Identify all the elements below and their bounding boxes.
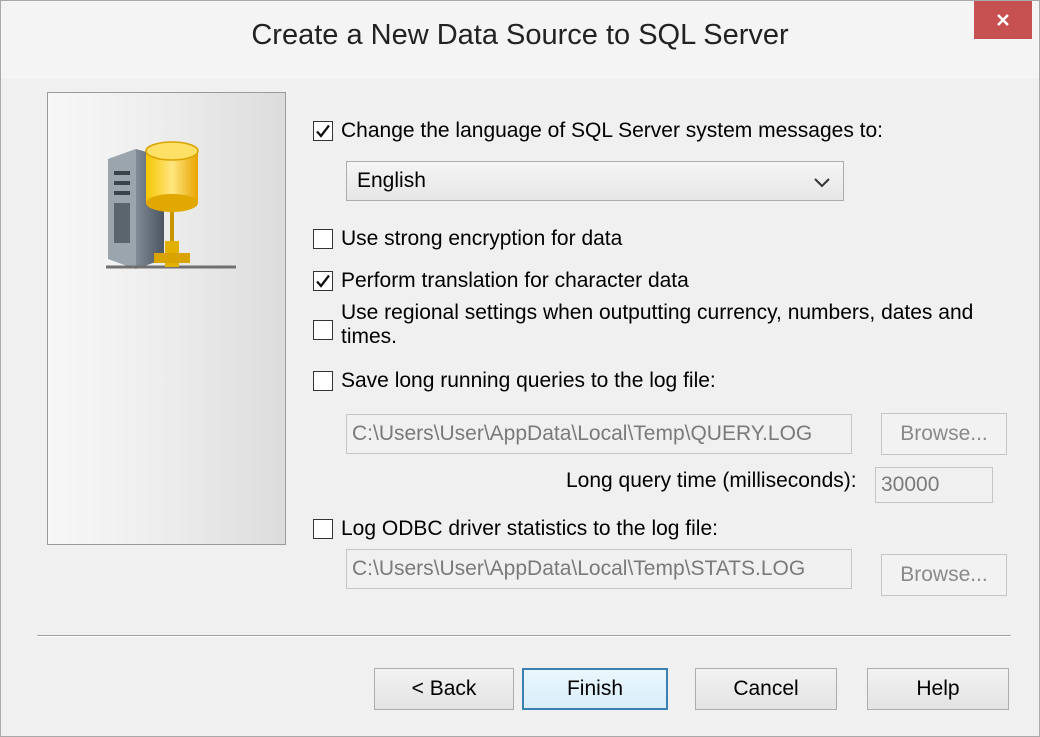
log-odbc-stats-option[interactable]: Log ODBC driver statistics to the log fi… bbox=[313, 517, 718, 541]
save-long-queries-label: Save long running queries to the log fil… bbox=[341, 369, 716, 392]
strong-encryption-checkbox[interactable] bbox=[313, 229, 333, 249]
stats-log-path-input[interactable]: C:\Users\User\AppData\Local\Temp\STATS.L… bbox=[346, 549, 852, 589]
back-button[interactable]: < Back bbox=[374, 668, 514, 710]
translation-checkbox[interactable] bbox=[313, 271, 333, 291]
long-query-time-label: Long query time (milliseconds): bbox=[566, 469, 857, 492]
save-long-queries-checkbox[interactable] bbox=[313, 371, 333, 391]
help-button[interactable]: Help bbox=[867, 668, 1009, 710]
change-language-option[interactable]: Change the language of SQL Server system… bbox=[313, 119, 883, 143]
log-odbc-stats-checkbox[interactable] bbox=[313, 519, 333, 539]
checkmark-icon bbox=[316, 124, 330, 138]
regional-settings-label-line1: Use regional settings when outputting cu… bbox=[341, 301, 974, 324]
regional-settings-option[interactable]: Use regional settings when outputting cu… bbox=[313, 301, 973, 349]
stats-log-browse-button[interactable]: Browse... bbox=[881, 554, 1007, 596]
log-odbc-stats-label: Log ODBC driver statistics to the log fi… bbox=[341, 517, 718, 540]
query-log-path-input[interactable]: C:\Users\User\AppData\Local\Temp\QUERY.L… bbox=[346, 414, 852, 454]
save-long-queries-option[interactable]: Save long running queries to the log fil… bbox=[313, 369, 716, 393]
close-button[interactable] bbox=[974, 1, 1032, 39]
close-icon bbox=[997, 14, 1009, 26]
query-log-browse-button[interactable]: Browse... bbox=[881, 413, 1007, 455]
change-language-checkbox[interactable] bbox=[313, 121, 333, 141]
side-image-panel bbox=[47, 92, 286, 545]
translation-option[interactable]: Perform translation for character data bbox=[313, 269, 689, 293]
translation-label: Perform translation for character data bbox=[341, 269, 689, 292]
divider bbox=[37, 635, 1011, 637]
language-select-value: English bbox=[357, 169, 426, 192]
dialog-window: Create a New Data Source to SQL Server C… bbox=[0, 0, 1040, 737]
chevron-down-icon bbox=[814, 178, 830, 188]
finish-button[interactable]: Finish bbox=[522, 668, 668, 710]
window-title: Create a New Data Source to SQL Server bbox=[251, 19, 789, 51]
title-bar: Create a New Data Source to SQL Server bbox=[1, 1, 1039, 79]
regional-settings-label-line2: times. bbox=[341, 325, 398, 348]
change-language-label: Change the language of SQL Server system… bbox=[341, 119, 884, 142]
language-select[interactable]: English bbox=[346, 161, 844, 201]
strong-encryption-option[interactable]: Use strong encryption for data bbox=[313, 227, 622, 251]
cancel-button[interactable]: Cancel bbox=[695, 668, 837, 710]
long-query-time-input[interactable]: 30000 bbox=[875, 467, 993, 503]
checkmark-icon bbox=[316, 274, 330, 288]
regional-settings-checkbox[interactable] bbox=[313, 320, 333, 340]
strong-encryption-label: Use strong encryption for data bbox=[341, 227, 623, 250]
server-database-icon bbox=[106, 141, 236, 269]
